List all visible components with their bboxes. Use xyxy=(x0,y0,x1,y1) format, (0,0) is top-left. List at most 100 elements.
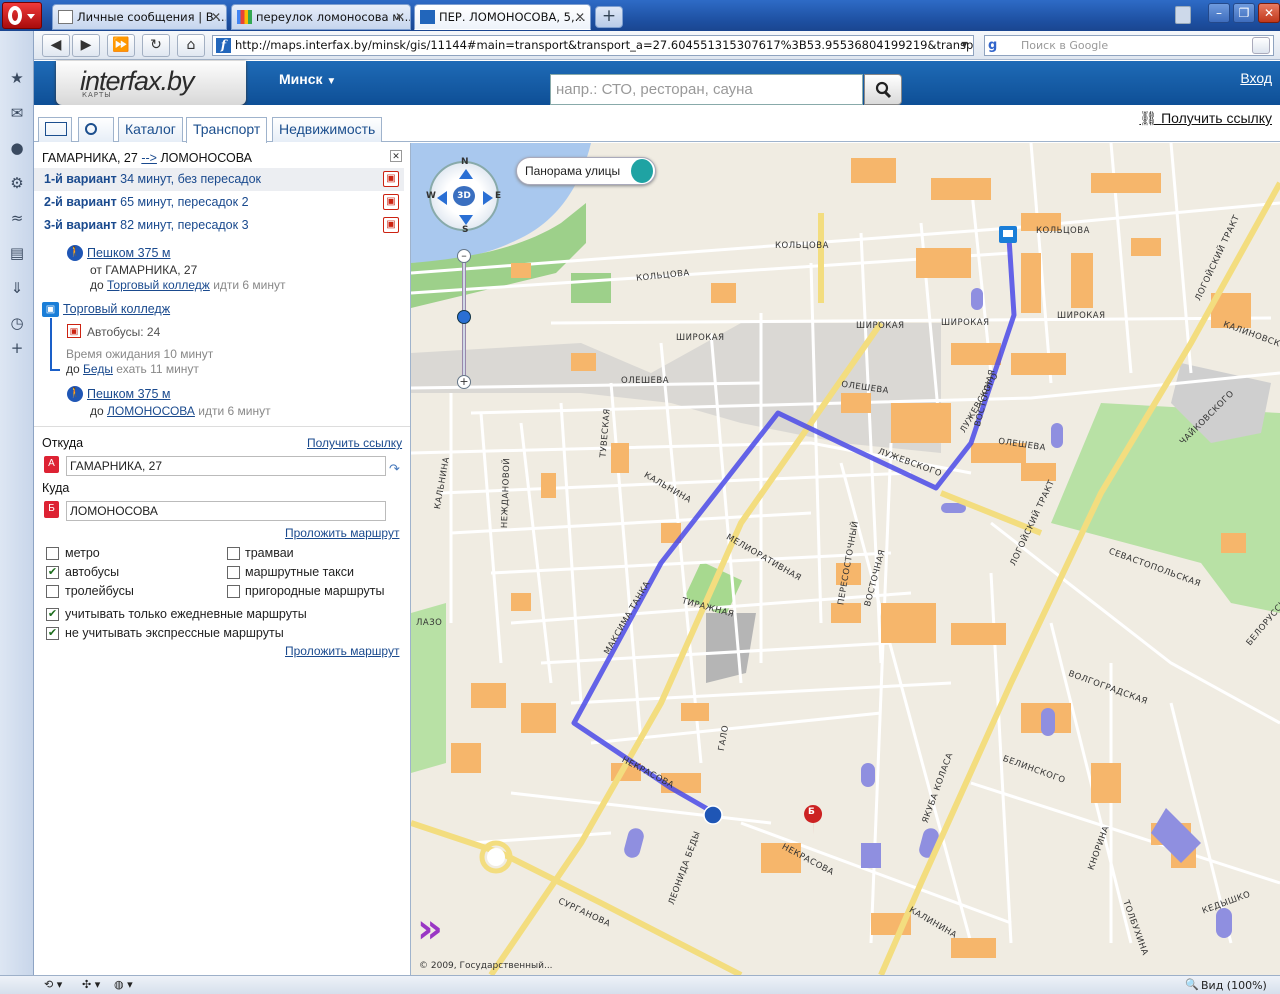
build-route-link-2[interactable]: Проложить маршрут xyxy=(285,644,399,658)
login-link[interactable]: Вход xyxy=(1240,70,1272,86)
city-selector[interactable]: Минск ▼ xyxy=(279,71,336,87)
search-icon[interactable] xyxy=(1252,37,1270,54)
checkbox-label: автобусы xyxy=(65,565,120,579)
google-icon xyxy=(237,10,252,24)
site-logo[interactable]: interfax.by КАРТЫ xyxy=(56,61,246,105)
stop-link[interactable]: Торговый колледж xyxy=(107,278,210,292)
maximize-button[interactable]: ❐ xyxy=(1233,3,1255,23)
3d-button[interactable]: 3D xyxy=(453,186,475,206)
checkbox-bus[interactable]: ✔ xyxy=(46,566,59,579)
downloads-icon[interactable]: ⇓ xyxy=(8,279,26,297)
feeds-icon[interactable]: ≈ xyxy=(8,209,26,227)
compass-control[interactable]: N E S W 3D xyxy=(426,157,501,235)
tab-search[interactable] xyxy=(78,117,114,142)
close-icon[interactable]: ✕ xyxy=(575,5,585,29)
close-icon[interactable]: ✕ xyxy=(211,5,221,29)
checkbox-metro[interactable] xyxy=(46,547,59,560)
google-search-field[interactable]: g Поиск в Google xyxy=(984,35,1274,56)
close-icon[interactable]: ✕ xyxy=(395,5,405,29)
stop-name-link[interactable]: Торговый колледж xyxy=(63,302,170,316)
swap-arrow-link[interactable]: --> xyxy=(141,151,157,165)
tab-realty[interactable]: Недвижимость xyxy=(272,117,383,142)
to-input[interactable]: ЛОМОНОСОВА xyxy=(66,501,386,521)
walk-step-1[interactable]: Пешком 375 м xyxy=(87,246,171,260)
contacts-icon[interactable]: ● xyxy=(8,139,26,157)
stop-link[interactable]: Беды xyxy=(83,362,113,376)
route-variant-2[interactable]: 2-й вариант 65 минут, пересадок 2 ▣ xyxy=(34,191,404,214)
expand-panel-button[interactable]: » xyxy=(417,903,457,955)
arrow-right-icon[interactable] xyxy=(483,191,493,205)
route-line xyxy=(50,318,52,370)
tab-catalog[interactable]: Каталог xyxy=(118,117,183,142)
fast-forward-button[interactable]: ⏩ xyxy=(107,34,135,57)
new-tab-button[interactable]: + xyxy=(595,6,623,28)
street-view-person-icon xyxy=(631,159,653,183)
turbo-icon[interactable]: ◍ ▾ xyxy=(114,978,133,991)
from-input[interactable]: ГАМАРНИКА, 27 xyxy=(66,456,386,476)
back-button[interactable]: ◀ xyxy=(42,34,70,57)
walk-step-2[interactable]: Пешком 375 м xyxy=(87,387,171,401)
tab-panels[interactable] xyxy=(38,117,72,142)
pedestrian-marker[interactable] xyxy=(703,805,723,825)
search-icon xyxy=(875,81,892,99)
destination-link[interactable]: ЛОМОНОСОВА xyxy=(107,404,195,418)
bookmarks-icon[interactable]: ★ xyxy=(8,69,26,87)
search-button[interactable] xyxy=(864,74,902,105)
zoom-level[interactable]: Вид (100%) xyxy=(1201,979,1267,992)
tab-transport[interactable]: Транспорт xyxy=(186,117,268,143)
zoom-handle[interactable] xyxy=(457,310,471,324)
arrow-down-icon[interactable] xyxy=(459,215,473,225)
get-link[interactable]: ⛓ Получить ссылку xyxy=(1139,110,1272,127)
build-route-link[interactable]: Проложить маршрут xyxy=(285,526,399,540)
marker-b-icon: Б xyxy=(44,501,59,518)
to-prefix: до xyxy=(90,278,104,292)
sync-icon[interactable]: ⟲ ▾ xyxy=(44,978,62,991)
gear-icon[interactable]: ⚙ xyxy=(8,174,26,192)
checkbox-trolleybus[interactable] xyxy=(46,585,59,598)
notes-icon[interactable]: ▤ xyxy=(8,244,26,262)
browser-tab[interactable]: переулок ломоносова м... ✕ xyxy=(231,4,411,30)
browser-tab-bar: Личные сообщения | В ... ✕ переулок ломон… xyxy=(0,0,1280,31)
browser-tab-active[interactable]: ПЕР. ЛОМОНОСОВА, 5,... ✕ xyxy=(414,4,591,30)
close-window-button[interactable]: ✕ xyxy=(1258,3,1280,23)
street-label: ШИРОКАЯ xyxy=(1057,311,1106,321)
trash-icon[interactable] xyxy=(1175,6,1191,24)
map-copyright: © 2009, Государственный... xyxy=(419,961,553,971)
street-label: ШИРОКАЯ xyxy=(941,318,990,328)
mail-icon[interactable]: ✉ xyxy=(8,104,26,122)
arrow-left-icon[interactable] xyxy=(437,191,447,205)
zoom-in-button[interactable]: + xyxy=(457,375,471,389)
chevron-down-icon[interactable]: ▼ xyxy=(957,35,972,54)
checkbox-tram[interactable] xyxy=(227,547,240,560)
arrow-up-icon[interactable] xyxy=(459,169,473,179)
google-icon: g xyxy=(988,38,998,53)
site-search-input[interactable]: напр.: СТО, ресторан, сауна xyxy=(550,74,863,105)
checkbox-minibus[interactable] xyxy=(227,566,240,579)
swap-icon[interactable]: ↷ xyxy=(389,461,400,477)
browser-tab[interactable]: Личные сообщения | В ... ✕ xyxy=(52,4,227,30)
search-placeholder: Поиск в Google xyxy=(1021,39,1109,52)
history-icon[interactable]: ◷ xyxy=(8,314,26,332)
route-variant-1[interactable]: 1-й вариант 34 минут, без пересадок ▣ xyxy=(34,168,404,191)
checkbox-daily-only[interactable]: ✔ xyxy=(46,608,59,621)
minimize-button[interactable]: – xyxy=(1208,3,1230,23)
checkbox-no-express[interactable]: ✔ xyxy=(46,627,59,640)
tab-label: ПЕР. ЛОМОНОСОВА, 5,... xyxy=(439,10,586,24)
checkbox-suburban[interactable] xyxy=(227,585,240,598)
route-variant-3[interactable]: 3-й вариант 82 минут, пересадок 3 ▣ xyxy=(34,214,404,237)
park xyxy=(411,603,446,773)
close-icon[interactable]: ✕ xyxy=(390,150,402,162)
unite-icon[interactable]: ✣ ▾ xyxy=(82,978,100,991)
home-button[interactable]: ⌂ xyxy=(177,34,205,57)
map-canvas[interactable]: КОЛЬЦОВА КОЛЬЦОВА КОЛЬЦОВА ШИРОКАЯ ШИРОК… xyxy=(411,143,1280,975)
street-label: ШИРОКАЯ xyxy=(856,321,905,331)
street-panorama-button[interactable]: Панорама улицы xyxy=(516,157,656,185)
forward-button[interactable]: ▶ xyxy=(72,34,100,57)
walk-time: идти 6 минут xyxy=(213,278,286,292)
get-link[interactable]: Получить ссылку xyxy=(307,436,402,450)
address-field[interactable]: f http://maps.interfax.by/minsk/gis/11144… xyxy=(212,35,974,56)
zoom-out-button[interactable]: – xyxy=(457,249,471,263)
add-panel-icon[interactable]: + xyxy=(8,339,26,357)
opera-menu-button[interactable] xyxy=(2,2,42,29)
reload-button[interactable]: ↻ xyxy=(142,34,170,57)
